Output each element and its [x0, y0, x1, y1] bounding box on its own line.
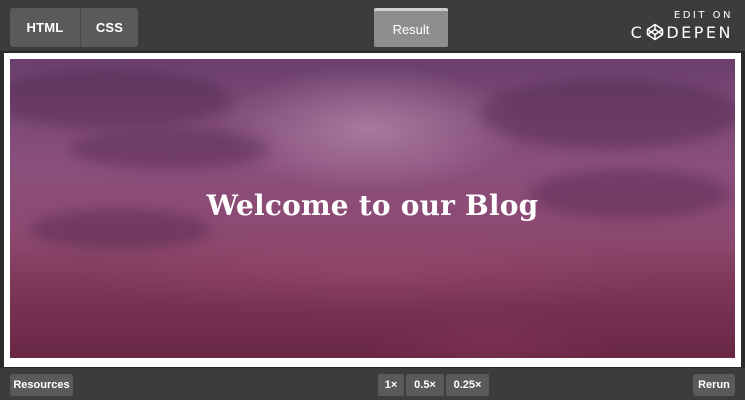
codepen-prefix: C	[630, 22, 645, 42]
zoom-controls: 1× 0.5× 0.25×	[378, 374, 489, 396]
tab-html[interactable]: HTML	[10, 8, 80, 47]
zoom-0.25x-button[interactable]: 0.25×	[446, 374, 489, 396]
hero-cityscape	[10, 248, 735, 358]
editor-footer: Resources 1× 0.5× 0.25× Rerun	[0, 367, 745, 400]
result-frame: Welcome to our Blog	[4, 53, 741, 367]
tab-css[interactable]: CSS	[80, 8, 138, 47]
hero-cloud	[10, 69, 230, 129]
blog-hero: Welcome to our Blog	[10, 59, 735, 358]
codepen-wordmark: C DEPEN	[631, 22, 733, 42]
codepen-logo-icon	[647, 23, 664, 41]
rerun-button[interactable]: Rerun	[693, 374, 735, 396]
hero-cloud	[70, 129, 270, 169]
codepen-suffix: DEPEN	[666, 22, 733, 42]
editor-tab-group: HTML CSS	[10, 8, 138, 47]
resources-button[interactable]: Resources	[10, 374, 73, 396]
hero-cloud	[480, 79, 735, 149]
edit-on-label: EDIT ON	[673, 10, 733, 21]
editor-toolbar: HTML CSS Result EDIT ON C DEPEN	[0, 0, 745, 52]
hero-title: Welcome to our Blog	[206, 189, 539, 222]
tab-result[interactable]: Result	[374, 8, 448, 47]
zoom-1x-button[interactable]: 1×	[378, 374, 404, 396]
edit-on-codepen-link[interactable]: EDIT ON C DEPEN	[631, 8, 733, 44]
zoom-0.5x-button[interactable]: 0.5×	[406, 374, 444, 396]
